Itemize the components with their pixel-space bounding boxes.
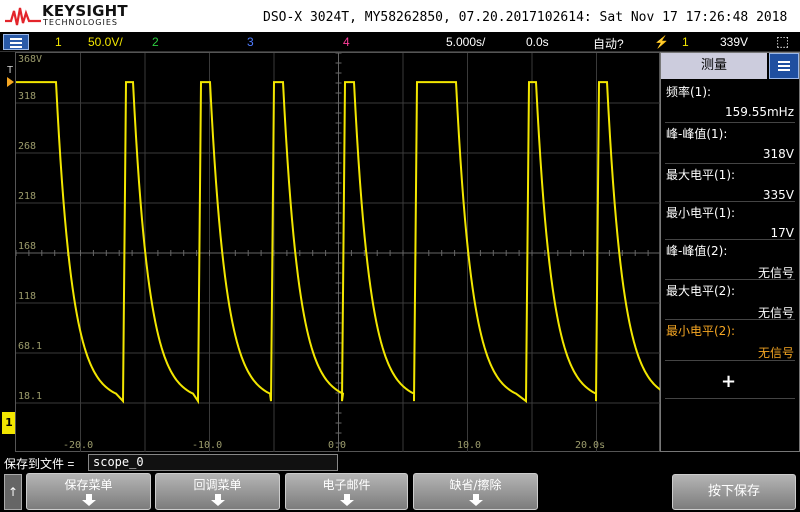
softkey-email[interactable]: 电子邮件 (285, 473, 408, 510)
softkey-save-menu[interactable]: 保存菜单 (26, 473, 151, 510)
down-arrow-icon (81, 494, 96, 506)
measurement-name: 最大电平(2): (666, 284, 736, 298)
ch1-waveform (16, 81, 661, 405)
softkey-label: 回调菜单 (193, 478, 242, 492)
measurement-name: 最小电平(2): (666, 324, 736, 338)
y-label: 68.1 (18, 341, 43, 352)
divider (665, 239, 795, 240)
measurement-item[interactable]: 最小电平(1): 17V (666, 204, 794, 240)
menu-icon[interactable] (769, 53, 799, 79)
divider (665, 398, 795, 399)
time-delay[interactable]: 0.0s (526, 35, 549, 49)
y-label: 368V (18, 54, 43, 65)
x-label: -20.0 (63, 440, 94, 451)
y-label: 168 (18, 241, 37, 252)
divider (665, 279, 795, 280)
header-bar: KEYSIGHT TECHNOLOGIES DSO-X 3024T, MY582… (0, 0, 800, 32)
timebase-scale[interactable]: 5.000s/ (446, 35, 485, 49)
down-arrow-icon (339, 494, 354, 506)
divider (665, 360, 795, 361)
divider (665, 122, 795, 123)
measurement-item-selected[interactable]: 最小电平(2): 无信号 (666, 322, 794, 361)
softkey-bar: 保存到文件 = scope_0 ↑ 保存菜单 回调菜单 电子邮件 缺省/擦除 按… (0, 452, 800, 512)
measurement-name: 最小电平(1): (666, 206, 736, 220)
keysight-logo-icon (5, 7, 41, 26)
measurement-value: 159.55mHz (725, 105, 794, 119)
y-label: 318 (18, 91, 37, 102)
measurement-item[interactable]: 最大电平(1): 335V (666, 166, 794, 202)
main-menu-button[interactable] (3, 34, 29, 50)
trigger-level-arrow-icon[interactable] (7, 77, 14, 87)
x-label: 0.0 (328, 440, 347, 451)
measurement-item[interactable]: 最大电平(2): 无信号 (666, 282, 794, 321)
screen-select-icon[interactable]: ⬚ (776, 33, 789, 50)
measurement-item[interactable]: 峰-峰值(1): 318V (666, 125, 794, 161)
ch2-number[interactable]: 2 (152, 35, 159, 49)
panel-title-tab[interactable]: 测量 (661, 53, 767, 79)
y-label: 18.1 (18, 391, 43, 402)
measurement-value: 318V (762, 147, 794, 161)
filename-field[interactable]: scope_0 (88, 454, 338, 471)
up-arrow-button[interactable]: ↑ (4, 474, 22, 510)
y-label: 218 (18, 191, 37, 202)
softkey-label: 保存菜单 (64, 478, 113, 492)
press-to-save-button[interactable]: 按下保存 (672, 474, 796, 510)
measurement-value: 无信号 (757, 346, 794, 360)
y-label: 118 (18, 291, 37, 302)
measurement-item[interactable]: 频率(1): 159.55mHz (666, 83, 794, 119)
trigger-level[interactable]: 339V (720, 35, 748, 49)
softkey-label: 电子邮件 (322, 478, 371, 492)
ch1-trace (16, 81, 661, 405)
y-label: 268 (18, 141, 37, 152)
ch1-scale[interactable]: 50.0V/ (88, 35, 123, 49)
trigger-source[interactable]: 1 (682, 35, 689, 49)
measurement-name: 最大电平(1): (666, 168, 736, 182)
divider (665, 319, 795, 320)
x-label: 10.0 (457, 440, 482, 451)
down-arrow-icon (468, 494, 483, 506)
softkey-default-erase[interactable]: 缺省/擦除 (413, 473, 538, 510)
save-to-file-label: 保存到文件 = (4, 457, 75, 471)
down-arrow-icon (210, 494, 225, 506)
measurement-panel: 测量 频率(1): 159.55mHz 峰-峰值(1): 318V 最大电平(1… (660, 52, 800, 452)
measurement-item[interactable]: 峰-峰值(2): 无信号 (666, 242, 794, 281)
divider (665, 163, 795, 164)
trigger-time-marker: T (7, 65, 14, 76)
status-bar: 1 50.0V/ 2 3 4 5.000s/ 0.0s 自动? ⚡ 1 339V… (0, 32, 800, 52)
measurement-value: 17V (770, 226, 794, 240)
measurement-name: 频率(1): (666, 85, 712, 99)
measurement-name: 峰-峰值(1): (666, 127, 728, 141)
softkey-label: 缺省/擦除 (449, 478, 502, 492)
trigger-mode[interactable]: 自动? (593, 35, 624, 52)
ch3-number[interactable]: 3 (247, 35, 254, 49)
x-label: 20.0s (575, 440, 606, 451)
waveform-display[interactable] (15, 52, 661, 453)
x-label: -10.0 (192, 440, 223, 451)
divider (665, 201, 795, 202)
measurement-name: 峰-峰值(2): (666, 244, 728, 258)
ch4-number[interactable]: 4 (343, 35, 350, 49)
ch1-number[interactable]: 1 (55, 35, 62, 49)
measurement-value: 335V (762, 188, 794, 202)
trigger-edge-icon: ⚡ (654, 35, 669, 49)
instrument-info: DSO-X 3024T, MY58262850, 07.20.201710261… (263, 10, 788, 25)
brand-subtitle: TECHNOLOGIES (43, 18, 118, 27)
ch1-ground-marker[interactable]: 1 (2, 412, 16, 434)
add-measurement-button[interactable]: + (721, 371, 736, 392)
softkey-recall-menu[interactable]: 回调菜单 (155, 473, 280, 510)
